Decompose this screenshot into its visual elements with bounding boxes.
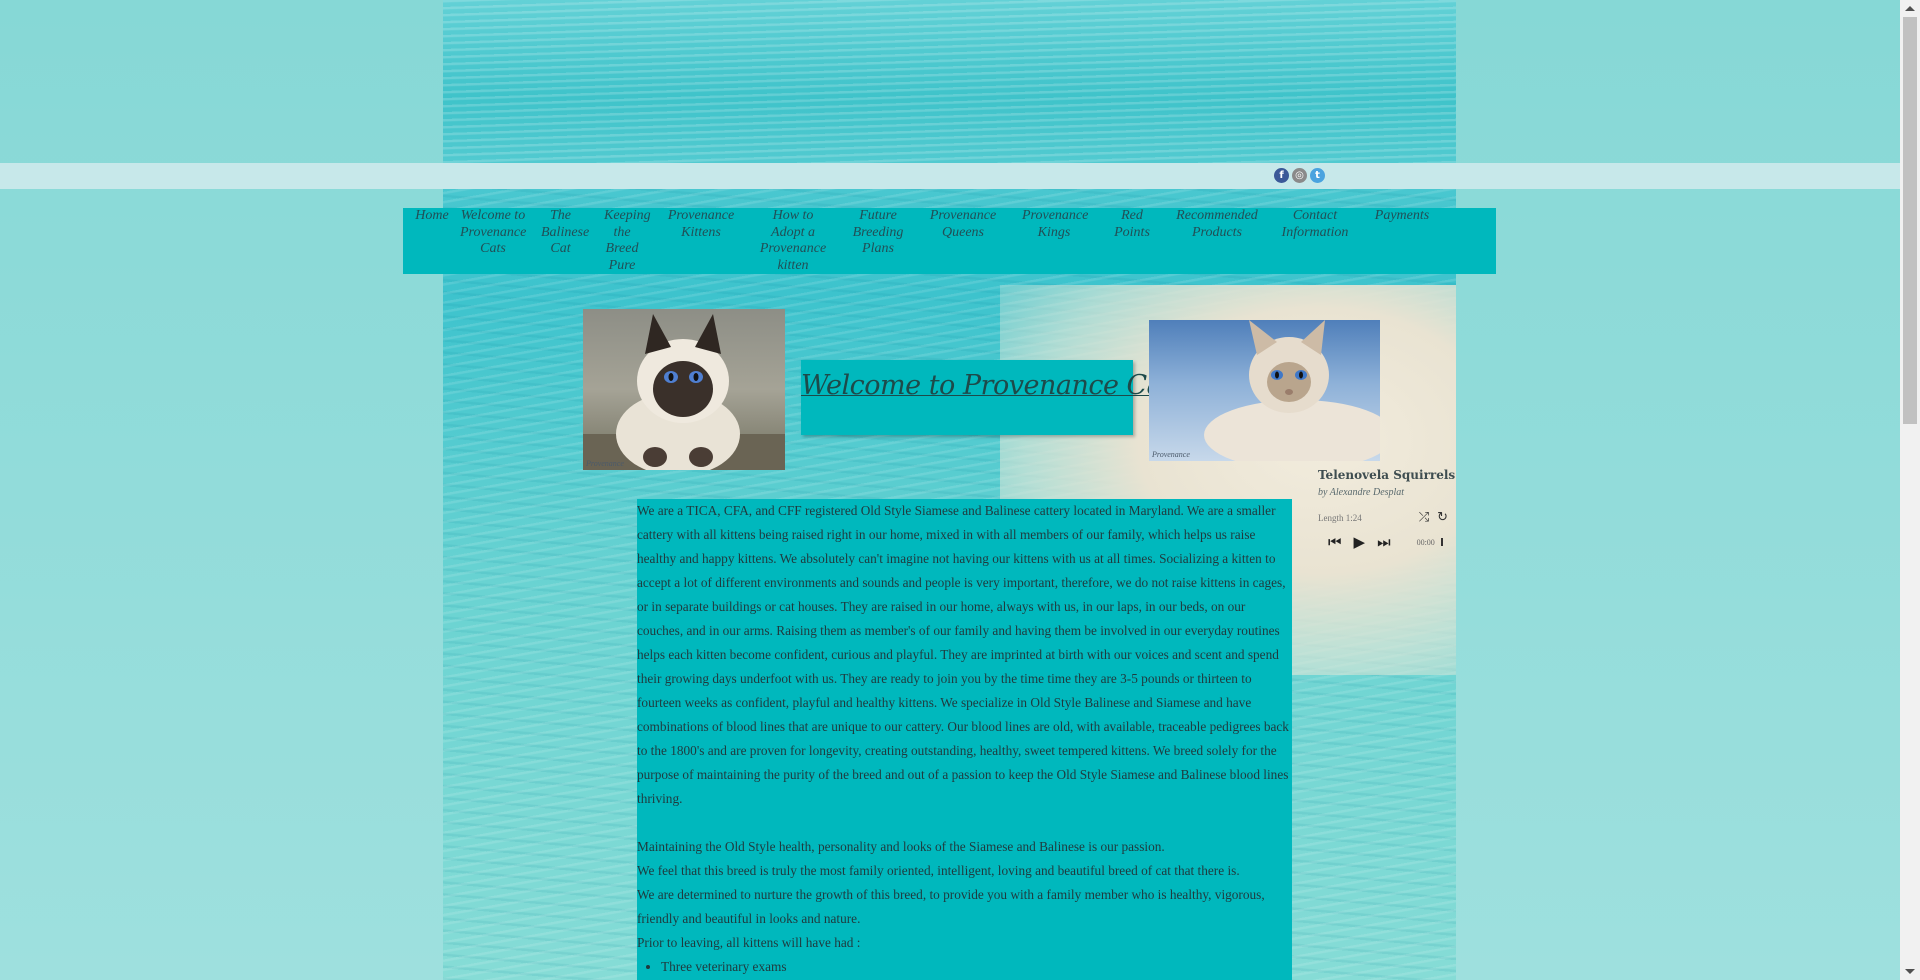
progress-bar[interactable] bbox=[1440, 538, 1443, 546]
nav-item-future-breeding[interactable]: Future Breeding Plans bbox=[838, 208, 918, 274]
cat-illustration-right bbox=[1204, 320, 1380, 461]
social-icons: f ◎ t bbox=[1274, 168, 1325, 183]
right-photo-caption: Provenance bbox=[1152, 450, 1190, 459]
scroll-down-icon[interactable] bbox=[1905, 969, 1915, 974]
nav-item-recommended-products[interactable]: Recommended Products bbox=[1164, 208, 1270, 274]
nav-item-how-to-adopt[interactable]: How to Adopt a Provenance kitten bbox=[748, 208, 838, 274]
scroll-up-icon[interactable] bbox=[1905, 6, 1915, 11]
social-bar: f ◎ t bbox=[0, 163, 1900, 189]
nav-list: Home Welcome to Provenance Cats The Bali… bbox=[403, 208, 1496, 274]
player-controls-top: Length 1:24 ⤮ ↻ bbox=[1318, 510, 1448, 525]
previous-track-icon[interactable]: ⏮ bbox=[1328, 533, 1342, 551]
vertical-scrollbar[interactable] bbox=[1900, 0, 1920, 980]
nav-item-payments[interactable]: Payments bbox=[1360, 208, 1444, 274]
repeat-icon[interactable]: ↻ bbox=[1437, 510, 1448, 525]
cat-illustration-left bbox=[583, 314, 785, 470]
cat-photo-right: Provenance bbox=[1149, 320, 1380, 461]
play-icon[interactable]: ▶ bbox=[1354, 533, 1366, 551]
track-length: Length 1:24 bbox=[1318, 512, 1362, 523]
header-banner bbox=[443, 0, 1456, 163]
cat-photo-left: Provenance bbox=[583, 309, 785, 470]
main-navigation: Home Welcome to Provenance Cats The Bali… bbox=[403, 208, 1496, 274]
nav-item-provenance-kittens[interactable]: Provenance Kittens bbox=[654, 208, 748, 274]
next-track-icon[interactable]: ⏭ bbox=[1377, 533, 1391, 551]
facebook-icon[interactable]: f bbox=[1274, 168, 1289, 183]
main-content: We are a TICA, CFA, and CFF registered O… bbox=[637, 499, 1292, 980]
intro-paragraph: We are a TICA, CFA, and CFF registered O… bbox=[637, 503, 1289, 806]
nav-item-balinese-cat[interactable]: The Balinese Cat bbox=[531, 208, 590, 274]
list-item: Three veterinary exams bbox=[661, 955, 1292, 979]
prior-leaving-line: Prior to leaving, all kittens will have … bbox=[637, 935, 861, 950]
nav-item-keeping-breed-pure[interactable]: Keeping the Breed Pure bbox=[590, 208, 654, 274]
scroll-thumb[interactable] bbox=[1903, 17, 1917, 424]
nav-item-home[interactable]: Home bbox=[409, 208, 455, 274]
nav-item-contact-information[interactable]: Contact Information bbox=[1270, 208, 1360, 274]
nav-item-provenance-queens[interactable]: Provenance Queens bbox=[918, 208, 1008, 274]
track-title: Telenovela Squirrels bbox=[1318, 468, 1456, 482]
nurture-line: We are determined to nurture the growth … bbox=[637, 887, 1265, 926]
time-display: 00:00 bbox=[1416, 537, 1435, 547]
left-photo-caption: Provenance bbox=[586, 459, 624, 468]
nav-item-red-points[interactable]: Red Points bbox=[1100, 208, 1164, 274]
passion-line: Maintaining the Old Style health, person… bbox=[637, 839, 1165, 854]
instagram-icon[interactable]: ◎ bbox=[1292, 168, 1307, 183]
hero-title-box: Welcome to Provenance Cats bbox=[801, 360, 1186, 435]
kitten-checklist: Three veterinary exams bbox=[637, 955, 1292, 979]
audio-player: Telenovela Squirrels by Alexandre Despla… bbox=[1318, 468, 1456, 551]
track-artist: by Alexandre Desplat bbox=[1318, 487, 1405, 498]
player-controls-bottom: ⏮ ▶ ⏭ 00:00 bbox=[1318, 533, 1448, 551]
family-line: We feel that this breed is truly the mos… bbox=[637, 863, 1240, 878]
twitter-icon[interactable]: t bbox=[1310, 168, 1325, 183]
shuffle-icon[interactable]: ⤮ bbox=[1419, 510, 1429, 525]
nav-item-welcome[interactable]: Welcome to Provenance Cats bbox=[455, 208, 531, 274]
page-title: Welcome to Provenance Cats bbox=[801, 370, 1186, 401]
nav-item-provenance-kings[interactable]: Provenance Kings bbox=[1008, 208, 1100, 274]
